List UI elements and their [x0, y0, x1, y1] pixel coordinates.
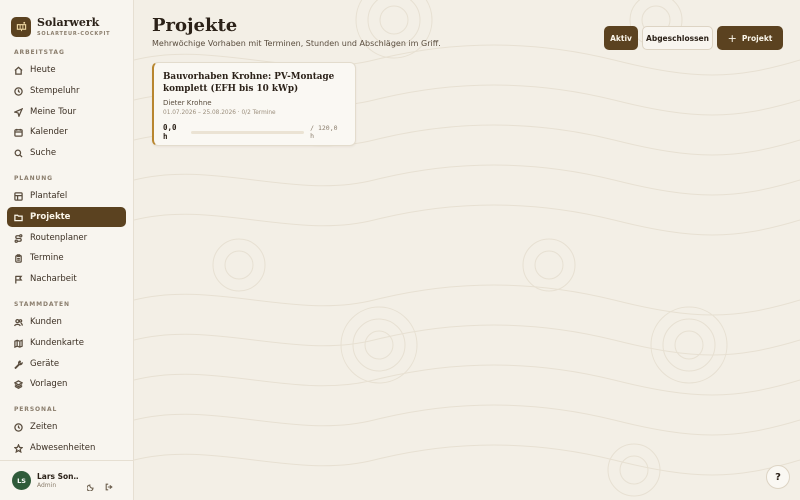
grid-icon [14, 191, 23, 201]
sidebar-item-suche[interactable]: Suche [7, 143, 126, 163]
plus-icon: + [727, 31, 737, 45]
solar-panel-icon [11, 16, 31, 37]
moon-icon [86, 483, 94, 492]
sidebar-item-label: Nacharbeit [30, 274, 77, 284]
new-project-label: Projekt [741, 33, 773, 43]
project-hours: 0,0 h / 120,0 h [163, 123, 345, 141]
map-icon [14, 338, 23, 348]
sidebar-item-label: Abwesenheiten [30, 443, 96, 453]
sidebar-item-heute[interactable]: Heute [7, 60, 126, 80]
project-customer: Dieter Krohne [163, 99, 212, 107]
folder-icon [14, 214, 23, 221]
sidebar-item-label: Plantafel [30, 191, 68, 201]
sidebar-item-label: Kalender [30, 127, 68, 137]
sidebar: Solarwerk SOLARTEUR-COCKPIT ARBEITSTAG H… [0, 0, 134, 500]
clock-icon [14, 422, 23, 432]
sidebar-item-termine[interactable]: Termine [7, 248, 126, 268]
brand-subtitle: SOLARTEUR-COCKPIT [37, 30, 111, 37]
calendar-icon [14, 128, 23, 137]
clipboard-icon [15, 253, 22, 263]
sidebar-item-geraete[interactable]: Geräte [7, 354, 126, 374]
star-icon [14, 443, 23, 453]
section-title-personal: PERSONAL [14, 406, 58, 413]
sidebar-item-kunden[interactable]: Kunden [7, 312, 126, 332]
brand[interactable]: Solarwerk SOLARTEUR-COCKPIT [0, 0, 133, 42]
logout-icon [105, 483, 113, 490]
sidebar-item-nacharbeit[interactable]: Nacharbeit [7, 269, 126, 289]
project-title: Bauvorhaben Krohne: PV-Montage komplett … [163, 72, 335, 94]
sidebar-item-label: Vorlagen [30, 379, 68, 389]
sidebar-item-label: Heute [30, 65, 56, 75]
layers-icon [14, 379, 23, 389]
users-icon [14, 318, 23, 326]
project-card[interactable]: Bauvorhaben Krohne: PV-Montage komplett … [152, 62, 356, 146]
section-title-planung: PLANUNG [14, 175, 54, 182]
home-icon [14, 66, 23, 75]
sidebar-item-vorlagen[interactable]: Vorlagen [7, 374, 126, 394]
sidebar-item-label: Suche [30, 148, 57, 158]
sidebar-item-projekte[interactable]: Projekte [7, 207, 126, 227]
hours-total: / 120,0 h [310, 124, 338, 140]
section-title-stammdaten: STAMMDATEN [14, 301, 70, 308]
sidebar-item-label: Termine [30, 253, 64, 263]
avatar[interactable]: LS [12, 471, 31, 490]
user-panel: LS Lars Son… Admin [0, 460, 133, 500]
help-button[interactable]: ? [766, 465, 790, 489]
wrench-icon [14, 359, 23, 369]
route-icon [14, 233, 23, 243]
main-content: Projekte Mehrwöchige Vorhaben mit Termin… [134, 0, 800, 500]
navigation-icon [14, 107, 23, 117]
user-name: Lars Son… [37, 472, 79, 481]
sidebar-item-meine-tour[interactable]: Meine Tour [7, 102, 126, 122]
filter-aktiv-button[interactable]: Aktiv [604, 26, 638, 50]
brand-name: Solarwerk [37, 15, 100, 29]
flag-icon [15, 275, 23, 284]
sidebar-item-label: Projekte [30, 212, 71, 222]
project-meta: 01.07.2026 – 25.08.2026 · 0/2 Termine [163, 110, 276, 116]
logout-button[interactable] [105, 476, 115, 490]
sidebar-item-label: Geräte [30, 359, 60, 369]
filter-abgeschlossen-button[interactable]: Abgeschlossen [642, 26, 713, 50]
sidebar-item-label: Zeiten [30, 422, 58, 432]
hours-progress-bar [191, 130, 305, 134]
sidebar-item-zeiten[interactable]: Zeiten [7, 417, 126, 437]
user-info[interactable]: Lars Son… Admin [37, 472, 79, 489]
page-subtitle: Mehrwöchige Vorhaben mit Terminen, Stund… [152, 39, 441, 48]
sidebar-item-abwesenheiten[interactable]: Abwesenheiten [7, 438, 126, 458]
clock-icon [14, 86, 23, 96]
sidebar-item-kundenkarte[interactable]: Kundenkarte [7, 333, 126, 353]
dark-mode-toggle[interactable] [86, 476, 97, 492]
hours-done: 0,0 h [163, 123, 177, 141]
section-title-arbeitstag: ARBEITSTAG [14, 49, 65, 56]
sidebar-item-kalender[interactable]: Kalender [7, 122, 126, 142]
sidebar-item-routenplaner[interactable]: Routenplaner [7, 228, 126, 248]
sidebar-item-label: Meine Tour [30, 107, 77, 117]
user-role: Admin [37, 482, 57, 489]
new-project-button[interactable]: + Projekt [717, 26, 783, 50]
sidebar-item-plantafel[interactable]: Plantafel [7, 186, 126, 206]
sidebar-item-stempeluhr[interactable]: Stempeluhr [7, 81, 126, 101]
search-icon [14, 149, 23, 158]
sidebar-item-label: Kundenkarte [30, 338, 84, 348]
page-title: Projekte [152, 15, 238, 36]
sidebar-item-label: Routenplaner [30, 233, 88, 243]
sidebar-item-label: Kunden [30, 317, 62, 327]
sidebar-item-label: Stempeluhr [30, 86, 80, 96]
